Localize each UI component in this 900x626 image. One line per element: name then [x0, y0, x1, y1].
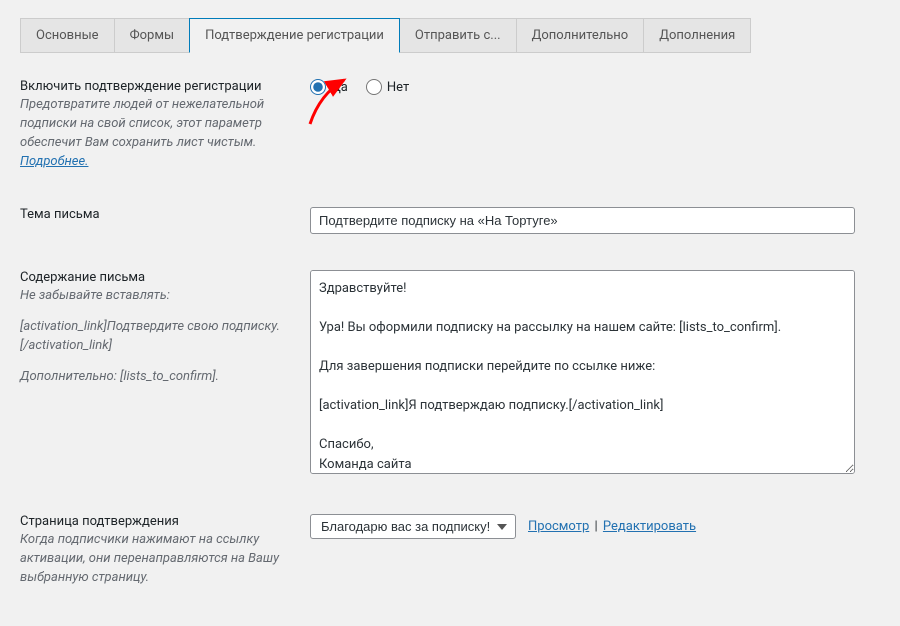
content-label: Содержание письма	[20, 270, 290, 285]
content-code-example: [activation_link]Подтвердите свою подпис…	[20, 318, 290, 356]
page-select[interactable]: Благодарю вас за подписку!	[310, 514, 516, 539]
tab-forms[interactable]: Формы	[114, 18, 190, 53]
learn-more-link[interactable]: Подробнее.	[20, 154, 88, 169]
tab-addons[interactable]: Дополнения	[643, 18, 751, 53]
enable-description: Предотвратите людей от нежелательной под…	[20, 96, 290, 171]
subject-label: Тема письма	[20, 207, 290, 222]
tab-send[interactable]: Отправить с...	[399, 18, 517, 53]
content-code-additional: Дополнительно: [lists_to_confirm].	[20, 368, 290, 387]
tab-confirmation[interactable]: Подтверждение регистрации	[189, 18, 400, 53]
radio-no[interactable]	[366, 79, 382, 95]
radio-yes-label[interactable]: Да	[331, 80, 348, 95]
row-confirmation-page: Страница подтверждения Когда подписчики …	[20, 496, 880, 606]
row-content: Содержание письма Не забывайте вставлять…	[20, 252, 880, 496]
page-label: Страница подтверждения	[20, 514, 290, 529]
content-textarea[interactable]	[310, 270, 855, 474]
radio-yes[interactable]	[310, 79, 326, 95]
content-hint: Не забывайте вставлять:	[20, 287, 290, 306]
enable-label: Включить подтверждение регистрации	[20, 79, 290, 94]
enable-radio-group: Да Нет	[310, 79, 880, 95]
page-links: Просмотр | Редактировать	[528, 519, 696, 534]
row-subject: Тема письма	[20, 189, 880, 252]
row-enable-confirmation: Включить подтверждение регистрации Предо…	[20, 53, 880, 189]
tab-basic[interactable]: Основные	[20, 18, 115, 53]
preview-link[interactable]: Просмотр	[528, 519, 589, 534]
settings-tabs: Основные Формы Подтверждение регистрации…	[20, 18, 880, 53]
edit-link[interactable]: Редактировать	[603, 519, 696, 534]
radio-no-label[interactable]: Нет	[387, 80, 409, 95]
subject-input[interactable]	[310, 207, 855, 234]
link-separator: |	[595, 519, 598, 534]
tab-advanced[interactable]: Дополнительно	[516, 18, 645, 53]
page-description: Когда подписчики нажимают на ссылку акти…	[20, 531, 290, 588]
